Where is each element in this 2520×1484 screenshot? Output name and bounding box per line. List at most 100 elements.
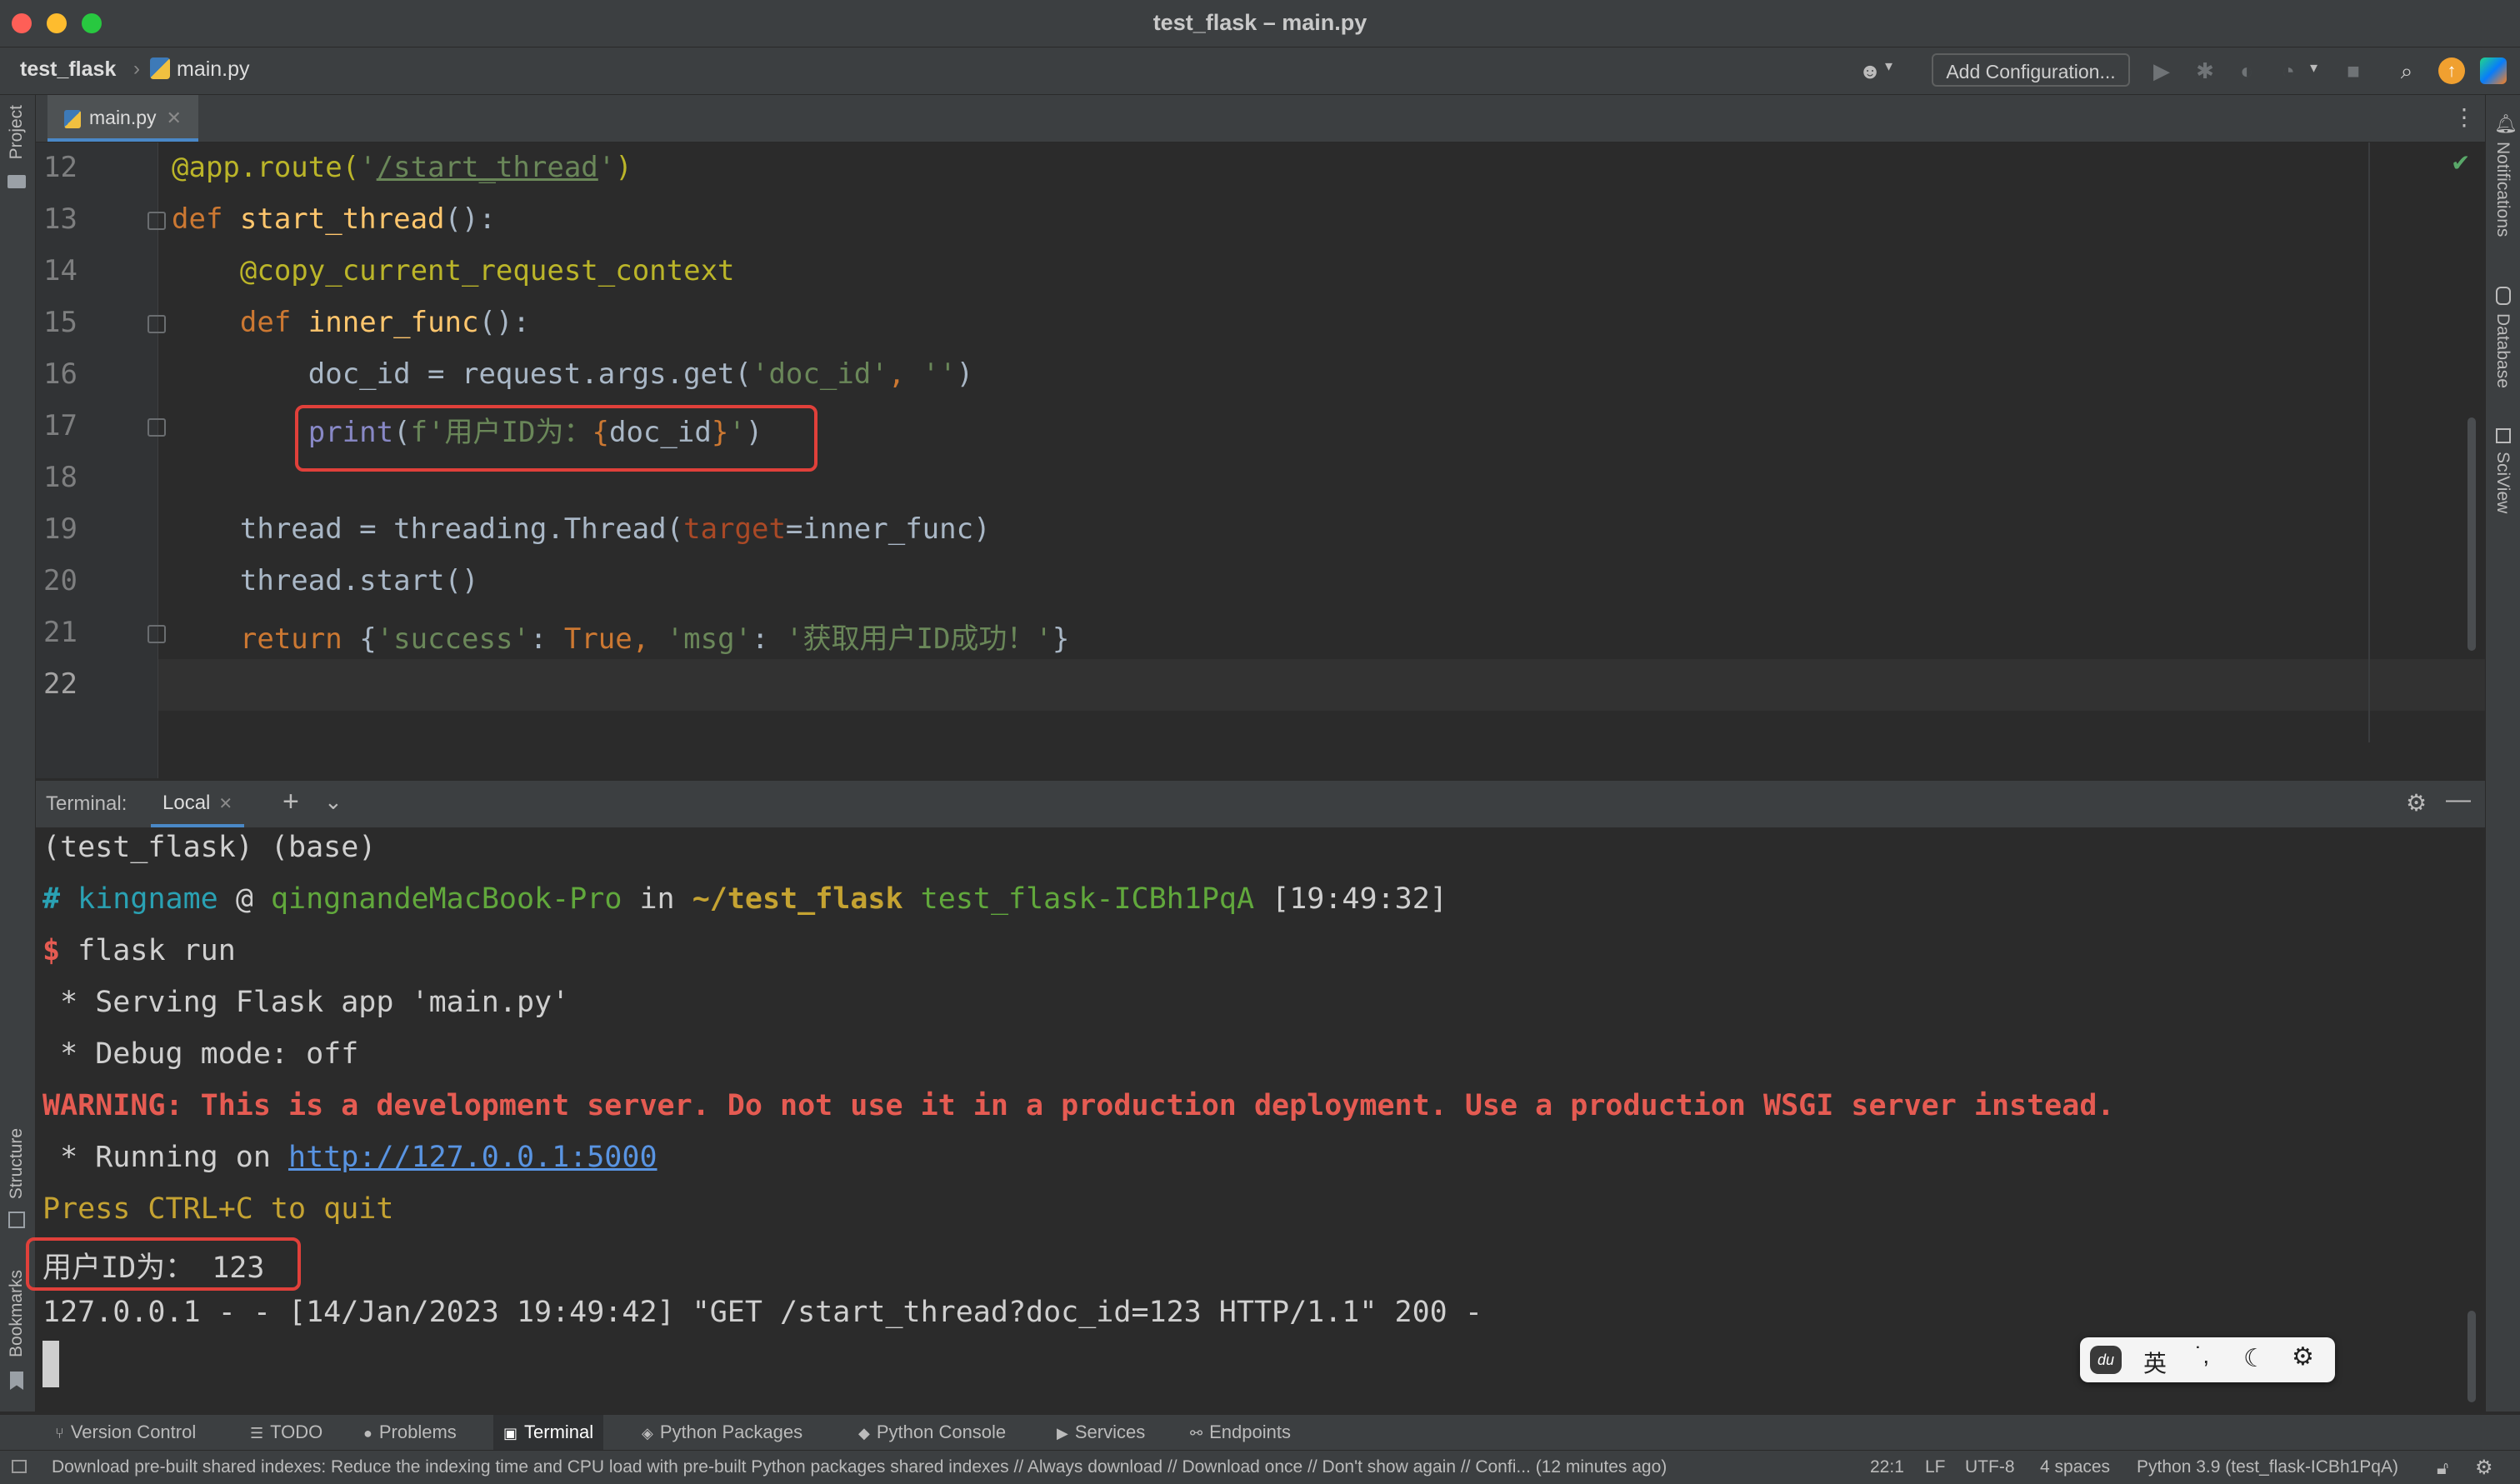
line-number: 15 xyxy=(43,306,78,339)
tool-tab-label: Problems xyxy=(378,1422,457,1442)
terminal-icon: ▣ xyxy=(503,1425,518,1442)
gear-icon[interactable]: ⚙ xyxy=(2475,1456,2493,1480)
file-encoding[interactable]: UTF-8 xyxy=(1965,1457,2015,1477)
new-terminal-icon[interactable]: + xyxy=(282,786,299,818)
fold-marker-icon[interactable] xyxy=(148,315,166,333)
terminal-tab-local[interactable]: Local ✕ xyxy=(151,781,245,827)
tool-terminal[interactable]: ▣ Terminal xyxy=(493,1415,604,1450)
chevron-right-icon: › xyxy=(133,57,140,80)
cursor-position[interactable]: 22:1 xyxy=(1870,1457,1904,1477)
close-tab-icon[interactable]: ✕ xyxy=(167,107,182,128)
editor-scrollbar[interactable] xyxy=(2468,417,2476,651)
run-icon[interactable]: ▶ xyxy=(2148,57,2175,84)
debug-icon[interactable]: ✱ xyxy=(2192,57,2218,84)
python-file-icon xyxy=(64,109,81,128)
tool-problems[interactable]: ● Problems xyxy=(363,1415,457,1450)
code-line: @app.route('/start_thread') xyxy=(172,151,632,184)
tab-main-py[interactable]: main.py ✕ xyxy=(48,95,198,142)
tool-todo[interactable]: ☰ TODO xyxy=(250,1415,322,1450)
fold-marker-icon[interactable] xyxy=(148,212,166,230)
indent-setting[interactable]: 4 spaces xyxy=(2040,1457,2110,1477)
terminal-log-line: 127.0.0.1 - - [14/Jan/2023 19:49:42] "GE… xyxy=(42,1296,1482,1329)
code-token: =inner_func) xyxy=(785,512,991,546)
code-line: def start_thread(): xyxy=(172,202,496,236)
code-line: return {'success': True, 'msg': '获取用户ID成… xyxy=(172,616,1069,657)
lock-icon[interactable]: 🔓︎ xyxy=(2437,1457,2448,1479)
chevron-down-icon[interactable]: ⌄ xyxy=(324,789,342,815)
code-token: '' xyxy=(922,357,957,391)
python-interpreter[interactable]: Python 3.9 (test_flask-ICBh1PqA) xyxy=(2137,1457,2398,1477)
terminal-output[interactable]: (test_flask) (base) # kingname @ qingnan… xyxy=(26,827,2485,1414)
ime-language-toggle[interactable]: 英 xyxy=(2143,1346,2167,1379)
add-configuration-button[interactable]: Add Configuration... xyxy=(1932,53,2130,87)
status-message[interactable]: Download pre-built shared indexes: Reduc… xyxy=(52,1457,1667,1477)
prompt-dir: ~/test_flask xyxy=(692,882,903,916)
ide-logo-icon[interactable] xyxy=(2480,57,2507,84)
tool-python-packages[interactable]: ◈ Python Packages xyxy=(642,1415,802,1450)
code-token: ( xyxy=(393,416,411,449)
line-number: 13 xyxy=(43,202,78,236)
prompt-at: @ xyxy=(235,882,253,916)
terminal-label: Terminal: xyxy=(46,792,128,815)
code-token: /start_thread xyxy=(376,151,598,184)
structure-tool-button[interactable]: Structure xyxy=(7,1128,27,1199)
code-token: doc_id = request.args.get( xyxy=(172,357,752,391)
terminal-serving-line: * Serving Flask app 'main.py' xyxy=(42,986,570,1019)
navigation-bar: test_flask › main.py ☻ ▾ Add Configurati… xyxy=(0,47,2520,95)
prompt-venv: test_flask-ICBh1PqA xyxy=(920,882,1255,916)
server-url-link[interactable]: http://127.0.0.1:5000 xyxy=(288,1141,658,1174)
tool-endpoints[interactable]: ⚯ Endpoints xyxy=(1190,1415,1291,1450)
minimize-icon[interactable]: — xyxy=(2446,786,2471,814)
user-icon[interactable]: ☻ xyxy=(1857,57,1883,84)
fold-marker-icon[interactable] xyxy=(148,418,166,437)
folder-icon xyxy=(8,175,26,188)
bookmarks-tool-button[interactable]: Bookmarks xyxy=(7,1270,27,1357)
tab-label: main.py xyxy=(89,107,157,128)
terminal-warning-line: WARNING: This is a development server. D… xyxy=(42,1089,2115,1122)
editor-tab-bar: main.py ✕ ⋮ xyxy=(36,95,2485,142)
status-toggle-icon[interactable] xyxy=(12,1460,27,1473)
ime-punctuation-toggle[interactable]: ˙, xyxy=(2195,1342,2209,1369)
terminal-prompt-line: # kingname @ qingnandeMacBook-Pro in ~/t… xyxy=(42,882,1448,916)
notifications-tool-button[interactable]: Notifications xyxy=(2492,142,2512,237)
database-tool-button[interactable]: Database xyxy=(2492,313,2512,388)
terminal-press-line: Press CTRL+C to quit xyxy=(42,1192,394,1226)
coverage-icon[interactable]: ◐ xyxy=(2233,57,2260,84)
breadcrumb-file[interactable]: main.py xyxy=(177,57,250,82)
moon-icon[interactable]: ☾ xyxy=(2243,1344,2266,1373)
sciview-icon xyxy=(2496,428,2511,443)
code-token: f'用户ID为： xyxy=(410,416,592,449)
prompt-time: [19:49:32] xyxy=(1272,882,1448,916)
ime-logo-icon[interactable]: du xyxy=(2090,1346,2122,1374)
right-margin-guide xyxy=(2368,142,2370,742)
fold-marker-icon[interactable] xyxy=(148,625,166,643)
version-control-icon: ⑂ xyxy=(55,1425,64,1442)
search-icon[interactable]: ⌕ xyxy=(2393,57,2420,84)
tool-tab-label: Terminal xyxy=(524,1422,594,1442)
breadcrumb-project[interactable]: test_flask xyxy=(20,57,116,82)
terminal-scrollbar[interactable] xyxy=(2468,1311,2476,1402)
profile-icon[interactable]: ◔ xyxy=(2275,57,2302,84)
gear-icon[interactable]: ⚙ xyxy=(2406,789,2427,817)
terminal-header: Terminal: Local ✕ + ⌄ ⚙ — xyxy=(36,780,2485,828)
more-run-chevron-icon[interactable]: ▾ xyxy=(2310,59,2318,77)
tool-services[interactable]: ▶ Services xyxy=(1057,1415,1145,1450)
more-options-icon[interactable]: ⋮ xyxy=(2452,103,2476,131)
tool-version-control[interactable]: ⑂ Version Control xyxy=(55,1415,196,1450)
update-icon[interactable]: ↑ xyxy=(2438,57,2465,84)
sciview-tool-button[interactable]: SciView xyxy=(2492,452,2512,513)
stop-icon[interactable]: ■ xyxy=(2340,57,2367,84)
code-editor[interactable]: ✔ 12 @app.route('/start_thread') 13 def sta… xyxy=(36,142,2485,778)
project-tool-button[interactable]: Project xyxy=(7,105,27,159)
prompt-user: kingname xyxy=(78,882,218,916)
terminal-debug-line: * Debug mode: off xyxy=(42,1037,359,1071)
close-tab-icon[interactable]: ✕ xyxy=(218,795,232,813)
code-line: thread = threading.Thread(target=inner_f… xyxy=(172,512,991,546)
command-text: flask run xyxy=(78,934,236,967)
gear-icon[interactable]: ⚙ xyxy=(2292,1342,2314,1372)
line-number: 19 xyxy=(43,512,78,546)
code-token: (): xyxy=(478,306,530,339)
code-token: 'doc_id' xyxy=(751,357,888,391)
tool-python-console[interactable]: ◆ Python Console xyxy=(858,1415,1006,1450)
line-separator[interactable]: LF xyxy=(1925,1457,1946,1477)
